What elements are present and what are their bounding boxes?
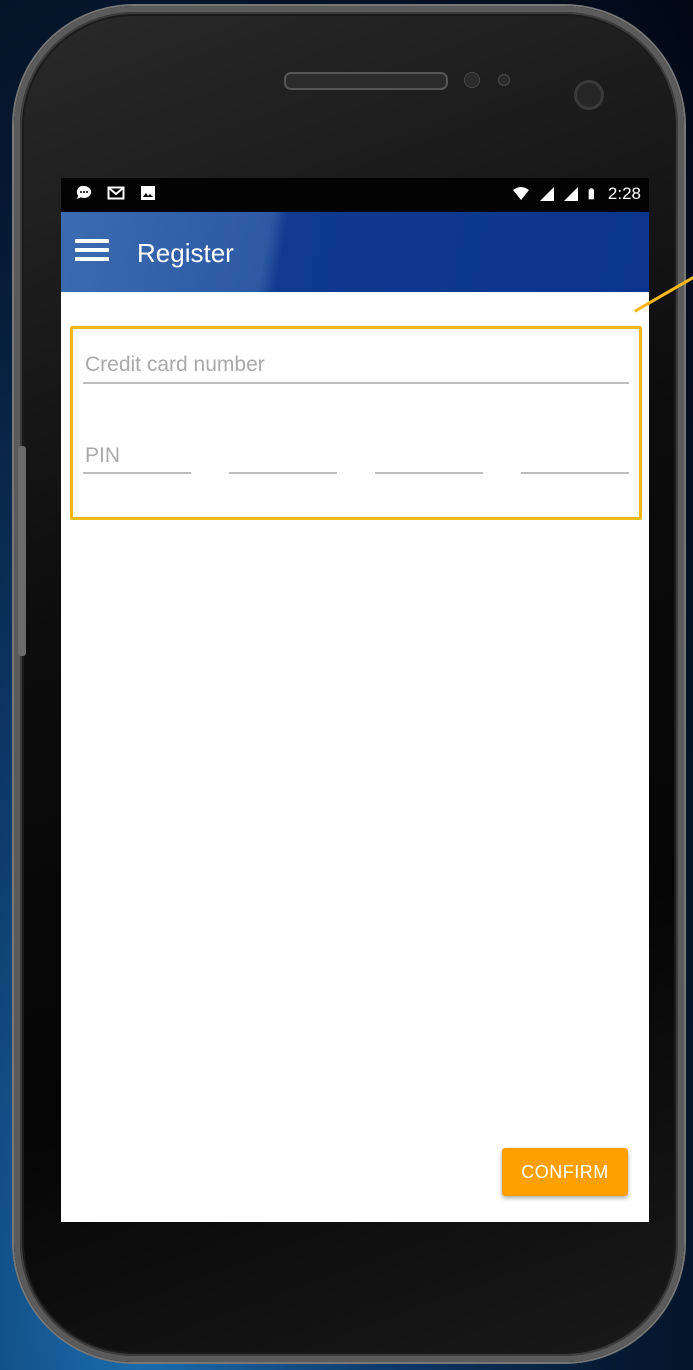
proximity-sensor [464, 72, 480, 88]
side-button [18, 446, 26, 656]
confirm-button[interactable]: CONFIRM [502, 1148, 628, 1196]
image-icon [141, 186, 155, 200]
wifi-icon [512, 187, 529, 200]
status-time: 2:28 [607, 184, 641, 203]
pin-field-3[interactable] [375, 440, 483, 474]
hamburger-menu-icon[interactable] [75, 234, 115, 270]
pin-field-4[interactable] [521, 440, 629, 474]
signal-icon [539, 187, 554, 201]
light-sensor [498, 74, 510, 86]
pin-field-2[interactable] [229, 440, 337, 474]
signal-icon [563, 187, 578, 201]
page-title: Register [137, 238, 234, 268]
gmail-icon [107, 186, 125, 200]
status-bar: 2:28 [61, 178, 649, 212]
notification-icons [75, 184, 157, 202]
chat-bubble-icon [76, 185, 92, 199]
credit-card-number-field[interactable] [83, 348, 629, 384]
front-camera [574, 80, 604, 110]
app-bar: Register [61, 212, 649, 292]
system-status-icons: 2:28 [510, 184, 641, 204]
battery-icon [588, 188, 594, 200]
app-screen: 2:28 Register CONFIRM [61, 178, 649, 1222]
earpiece-speaker [284, 72, 448, 90]
pin-field-1[interactable] [83, 440, 191, 474]
